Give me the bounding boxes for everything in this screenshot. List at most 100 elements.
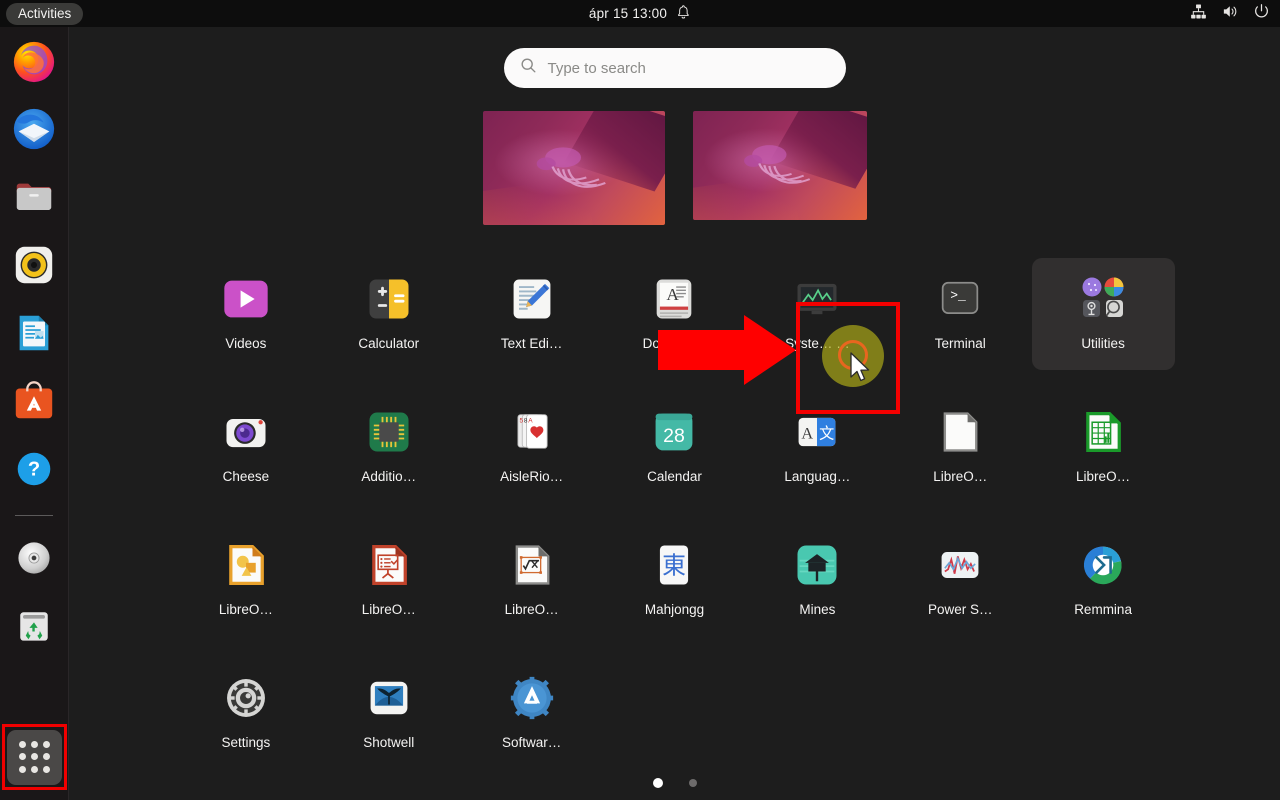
- dock-item-thunderbird[interactable]: [10, 105, 58, 153]
- app-system-monitor[interactable]: Syste… …: [746, 258, 889, 370]
- dock-item-files[interactable]: [10, 173, 58, 221]
- videos-icon: [217, 270, 275, 328]
- calendar-icon: 28: [645, 403, 703, 461]
- app-settings[interactable]: Settings: [175, 657, 318, 769]
- app-libreoffice-start[interactable]: LibreO…: [889, 391, 1032, 503]
- app-label: LibreO…: [361, 602, 416, 617]
- desktop-screen: Activities ápr 15 13:00 ? Type to search…: [0, 0, 1280, 800]
- terminal-icon: >_: [931, 270, 989, 328]
- app-mahjongg[interactable]: 東 Mahjongg: [603, 524, 746, 636]
- power-icon: [1253, 3, 1270, 25]
- mahjongg-glyph: 東: [663, 553, 687, 580]
- svg-text:A: A: [667, 285, 680, 304]
- dock-item-rhythmbox[interactable]: [10, 241, 58, 289]
- app-power-statistics[interactable]: Power S…: [889, 524, 1032, 636]
- app-label: Utilities: [1081, 336, 1125, 351]
- app-label: Videos: [225, 336, 267, 351]
- dock: ?: [0, 27, 69, 800]
- app-software-updates[interactable]: Softwar…: [460, 657, 603, 769]
- app-terminal[interactable]: >_ Terminal: [889, 258, 1032, 370]
- svg-text:A: A: [802, 425, 814, 443]
- app-label: Remmina: [1074, 602, 1132, 617]
- app-label: Settings: [221, 735, 271, 750]
- workspace-thumbnail-1[interactable]: [482, 111, 665, 225]
- activities-overview: Type to search Videos Calculator Text Ed…: [69, 27, 1280, 800]
- search-icon: [520, 57, 537, 79]
- app-label: LibreO…: [218, 602, 273, 617]
- app-document-viewer[interactable]: A Docume…: [603, 258, 746, 370]
- network-wired-icon: [1190, 3, 1207, 25]
- app-libreoffice-math[interactable]: LibreO…: [460, 524, 603, 636]
- dock-item-disc[interactable]: [10, 534, 58, 582]
- cheese-icon: [217, 403, 275, 461]
- app-mines[interactable]: Mines: [746, 524, 889, 636]
- app-label: Power S…: [927, 602, 993, 617]
- svg-text:?: ?: [28, 459, 40, 481]
- app-label: Softwar…: [501, 735, 562, 750]
- svg-text:文: 文: [820, 426, 835, 443]
- app-label: Cheese: [222, 469, 270, 484]
- libreoffice-impress-icon: [360, 536, 418, 594]
- app-text-editor[interactable]: Text Edi…: [460, 258, 603, 370]
- app-language-support[interactable]: A 文 Languag…: [746, 391, 889, 503]
- utilities-folder-icon: [1074, 270, 1132, 328]
- app-additional-drivers[interactable]: Additio…: [317, 391, 460, 503]
- app-label: Mines: [799, 602, 836, 617]
- app-calendar[interactable]: 28 Calendar: [603, 391, 746, 503]
- calculator-icon: [360, 270, 418, 328]
- show-applications-button[interactable]: [2, 724, 67, 790]
- system-monitor-icon: [788, 270, 846, 328]
- dock-item-help[interactable]: ?: [10, 445, 58, 493]
- app-label: AisleRio…: [500, 469, 564, 484]
- app-label: Shotwell: [363, 735, 415, 750]
- language-support-icon: A 文: [788, 403, 846, 461]
- shotwell-icon: [360, 669, 418, 727]
- app-label: Text Edi…: [500, 336, 563, 351]
- clock-menu[interactable]: ápr 15 13:00: [589, 0, 691, 27]
- mines-icon: [788, 536, 846, 594]
- workspace-thumbnails: [482, 111, 867, 225]
- app-label: LibreO…: [1076, 469, 1131, 484]
- document-viewer-icon: A: [645, 270, 703, 328]
- app-calculator[interactable]: Calculator: [317, 258, 460, 370]
- workspace-thumbnail-2[interactable]: [692, 111, 867, 220]
- settings-gear-icon: [217, 669, 275, 727]
- svg-text:>_: >_: [950, 288, 966, 303]
- datetime-label: ápr 15 13:00: [588, 6, 668, 21]
- dock-item-trash[interactable]: [10, 602, 58, 650]
- app-cheese[interactable]: Cheese: [175, 391, 318, 503]
- app-libreoffice-calc[interactable]: LibreO…: [1032, 391, 1175, 503]
- dock-item-libreoffice-writer[interactable]: [10, 309, 58, 357]
- app-label: LibreO…: [504, 602, 559, 617]
- app-libreoffice-draw[interactable]: LibreO…: [175, 524, 318, 636]
- app-label: Syste… …: [785, 336, 850, 351]
- dock-separator: [15, 515, 53, 516]
- app-videos[interactable]: Videos: [175, 258, 318, 370]
- volume-icon: [1221, 3, 1239, 25]
- app-label: Docume…: [642, 336, 707, 351]
- remmina-icon: [1074, 536, 1132, 594]
- system-status-area[interactable]: [1190, 0, 1270, 27]
- app-label: Calendar: [647, 469, 702, 484]
- page-dot-1[interactable]: [652, 778, 663, 788]
- libreoffice-math-icon: [503, 536, 561, 594]
- dock-item-ubuntu-software[interactable]: [10, 377, 58, 425]
- app-remmina[interactable]: Remmina: [1032, 524, 1175, 636]
- dock-item-firefox[interactable]: [10, 37, 58, 85]
- page-indicator: [652, 778, 697, 788]
- page-dot-2[interactable]: [688, 779, 697, 787]
- grid-icon: [7, 729, 62, 785]
- app-utilities-folder[interactable]: Utilities: [1031, 258, 1175, 370]
- software-updates-icon: [503, 669, 561, 727]
- aisleriot-icon: 5 8 A: [503, 403, 561, 461]
- text-editor-icon: [503, 270, 561, 328]
- app-shotwell[interactable]: Shotwell: [317, 657, 460, 769]
- search-input[interactable]: Type to search: [503, 48, 846, 88]
- bell-icon: [676, 4, 691, 23]
- app-aisleriot[interactable]: 5 8 A AisleRio…: [460, 391, 603, 503]
- app-label: Mahjongg: [644, 602, 705, 617]
- additional-drivers-icon: [360, 403, 418, 461]
- activities-button[interactable]: Activities: [6, 2, 84, 25]
- app-libreoffice-impress[interactable]: LibreO…: [317, 524, 460, 636]
- libreoffice-calc-icon: [1074, 403, 1132, 461]
